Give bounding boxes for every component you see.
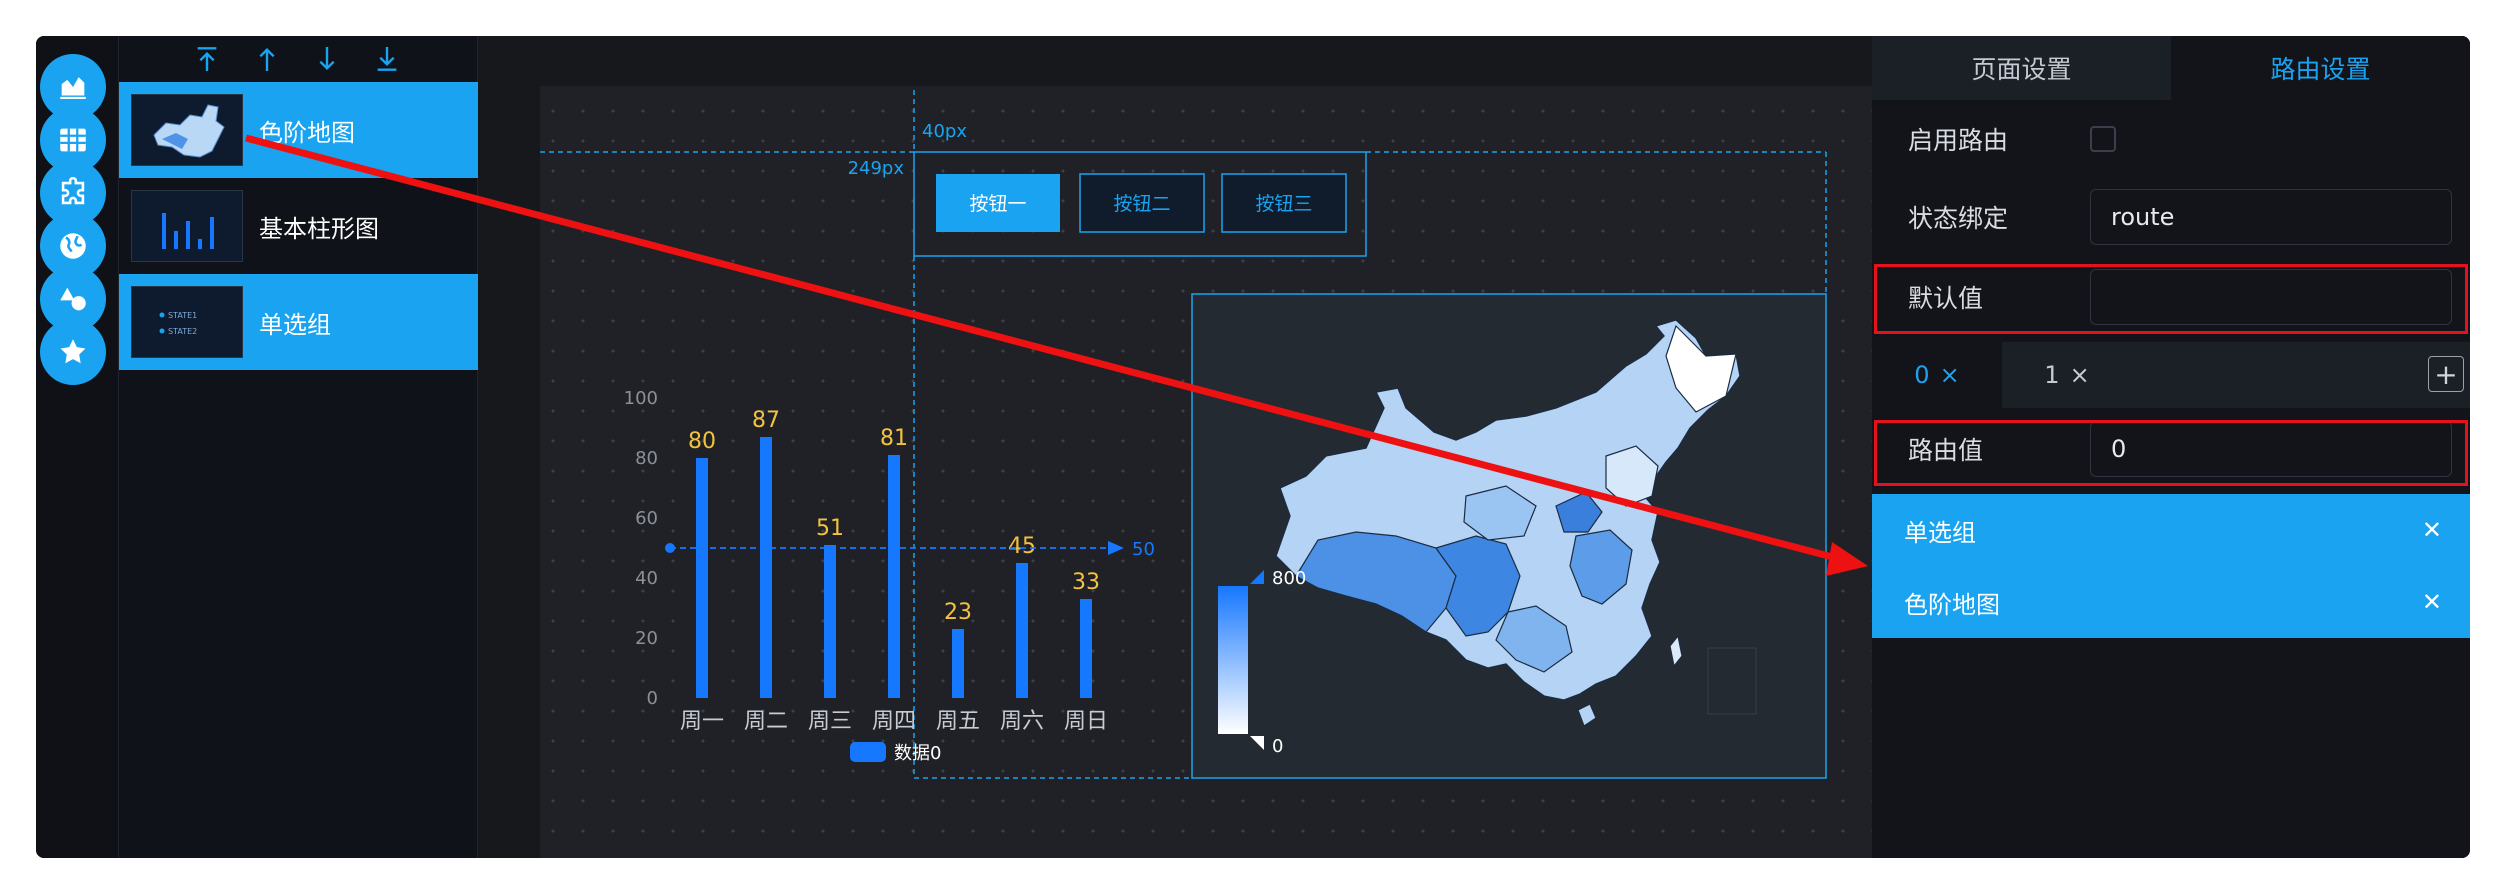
y-tick-label: 40 xyxy=(635,568,658,589)
bound-component-item[interactable]: 单选组 ✕ xyxy=(1872,494,2470,566)
bar xyxy=(952,629,964,698)
bar-value-label: 80 xyxy=(688,429,716,454)
bar-value-label: 23 xyxy=(944,600,972,625)
markline-arrow-icon xyxy=(1108,541,1124,555)
y-tick-label: 0 xyxy=(647,688,658,709)
bar-value-label: 81 xyxy=(880,426,908,451)
route-tab-1[interactable]: 1 × xyxy=(2002,342,2132,408)
y-tick-label: 80 xyxy=(635,448,658,469)
state-bind-label: 状态绑定 xyxy=(1908,204,2009,233)
bar-value-label: 87 xyxy=(752,408,780,433)
enable-route-checkbox[interactable] xyxy=(2090,126,2116,152)
bar xyxy=(888,455,900,698)
y-tick-label: 20 xyxy=(635,628,658,649)
visual-map-min-label: 0 xyxy=(1272,736,1283,757)
x-tick-label: 周日 xyxy=(1064,709,1108,734)
route-tab-label: 0 xyxy=(1914,361,1930,389)
y-tick-label: 100 xyxy=(624,388,658,409)
tab-page-settings[interactable]: 页面设置 xyxy=(1872,36,2171,100)
button-group-2[interactable]: 按钮二 xyxy=(1079,173,1205,233)
property-panel: 页面设置 路由设置 启用路由 状态绑定 route 默认值 0 × 1 × + xyxy=(1872,36,2470,858)
x-tick-label: 周二 xyxy=(744,709,788,734)
dim-label-vertical: 40px xyxy=(922,121,967,142)
bar-chart[interactable]: 0 20 40 60 80 100 80 周一 87 周二 51 周三 81 周四 23 周五 45 周六 33 周日… xyxy=(624,388,1155,764)
button-group-3[interactable]: 按钮三 xyxy=(1221,173,1347,233)
tab-route-settings[interactable]: 路由设置 xyxy=(2171,36,2470,100)
plus-icon: + xyxy=(2434,357,2458,391)
x-tick-label: 周五 xyxy=(936,709,980,734)
visual-map-bar[interactable] xyxy=(1218,586,1248,734)
legend-swatch xyxy=(850,742,886,762)
bar-value-label: 51 xyxy=(816,516,844,541)
bar xyxy=(1080,599,1092,698)
close-icon[interactable]: × xyxy=(2070,361,2090,389)
close-icon[interactable]: × xyxy=(1940,361,1960,389)
markline-value-label: 50 xyxy=(1132,539,1155,560)
state-bind-row: 状态绑定 route xyxy=(1872,178,2470,256)
bar xyxy=(1016,563,1028,698)
property-tabs: 页面设置 路由设置 xyxy=(1872,36,2470,100)
bar xyxy=(760,437,772,698)
route-tab-label: 1 xyxy=(2044,361,2060,389)
bound-component-item[interactable]: 色阶地图 ✕ xyxy=(1872,566,2470,638)
button-group-1[interactable]: 按钮一 xyxy=(936,174,1060,232)
state-bind-input[interactable]: route xyxy=(2090,189,2452,245)
x-tick-label: 周三 xyxy=(808,709,852,734)
close-icon[interactable]: ✕ xyxy=(2422,516,2442,544)
close-icon[interactable]: ✕ xyxy=(2422,588,2442,616)
bound-component-label: 单选组 xyxy=(1904,518,1976,547)
app-window: 色阶地图 基本柱形图 STATE1 STATE2 单选组 40px 249px … xyxy=(36,36,2470,858)
button-label: 按钮三 xyxy=(1255,193,1312,215)
bar xyxy=(696,458,708,698)
legend-label: 数据0 xyxy=(894,743,941,764)
bound-component-label: 色阶地图 xyxy=(1904,590,2000,619)
route-tab-0[interactable]: 0 × xyxy=(1872,342,2002,408)
highlight-default-value xyxy=(1874,264,2468,334)
dim-label-horizontal: 249px xyxy=(848,158,905,179)
highlight-route-value xyxy=(1874,420,2468,486)
route-value-tabs: 0 × 1 × + xyxy=(1872,342,2470,408)
x-tick-label: 周一 xyxy=(680,709,724,734)
bar-value-label: 33 xyxy=(1072,570,1100,595)
visual-map-max-label: 800 xyxy=(1272,568,1306,589)
bar xyxy=(824,545,836,698)
button-label: 按钮二 xyxy=(1113,193,1170,215)
y-tick-label: 60 xyxy=(635,508,658,529)
x-tick-label: 周六 xyxy=(1000,709,1044,734)
bar-value-label: 45 xyxy=(1008,534,1036,559)
enable-route-label: 启用路由 xyxy=(1908,126,2009,155)
add-route-tab-button[interactable]: + xyxy=(2428,356,2464,392)
x-tick-label: 周四 xyxy=(872,709,916,734)
button-label: 按钮一 xyxy=(969,193,1026,215)
enable-route-row: 启用路由 xyxy=(1872,100,2470,178)
